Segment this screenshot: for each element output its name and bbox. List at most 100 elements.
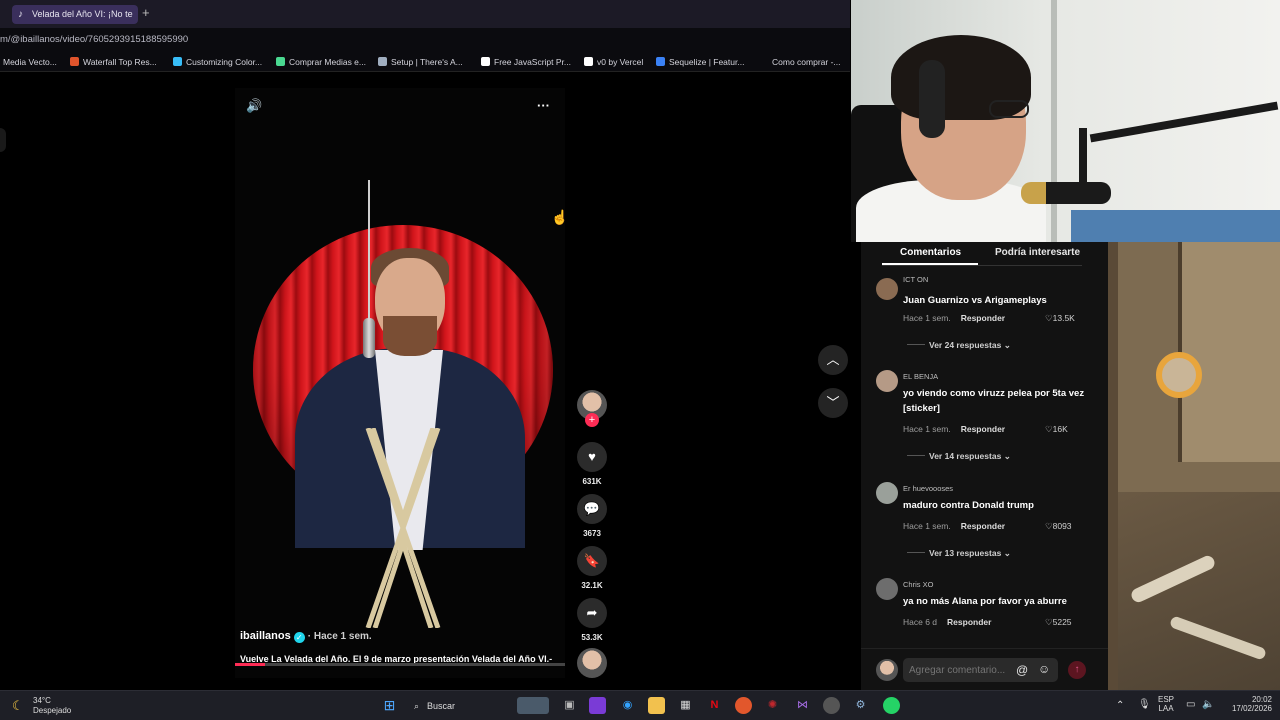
heart-icon[interactable]: ♥ <box>577 442 607 472</box>
microphone <box>363 318 375 358</box>
speaker-icon[interactable]: 🔈 <box>1202 699 1214 710</box>
heart-outline-icon: ♡ <box>1045 424 1053 434</box>
file-explorer-icon[interactable] <box>648 697 665 714</box>
comment-like[interactable]: ♡16K <box>1045 424 1068 435</box>
comment-username[interactable]: EL BENJA <box>903 372 938 381</box>
mic-pole <box>1079 128 1087 188</box>
mention-icon[interactable]: @ <box>1016 663 1028 677</box>
bookmark-item[interactable]: Como comprar -... <box>772 52 841 72</box>
art-door-panel <box>1178 242 1280 462</box>
search-highlight-icon[interactable] <box>517 697 549 714</box>
edge-browser-icon[interactable]: ◉ <box>619 697 636 714</box>
chrome-icon[interactable] <box>823 697 840 714</box>
reply-button[interactable]: Responder <box>961 313 1005 323</box>
reply-button[interactable]: Responder <box>961 424 1005 434</box>
whatsapp-icon[interactable] <box>883 697 900 714</box>
author-name[interactable]: ibaillanos <box>240 630 291 642</box>
bookmark-item[interactable]: Sequelize | Featur... <box>656 52 744 72</box>
tab-comments[interactable]: Comentarios <box>900 247 961 258</box>
tray-overflow-icon[interactable]: ⌃ <box>1116 700 1124 711</box>
browser-tab-active[interactable]: ♪ Velada del Año VI: ¡No te <box>12 5 138 24</box>
share-action[interactable]: ➦ 53.3K <box>574 598 610 642</box>
browser-tab-strip: ♪ Velada del Año VI: ¡No te + <box>0 0 850 28</box>
view-replies-button[interactable]: Ver 13 respuestas ⌄ <box>907 548 1011 559</box>
address-bar[interactable]: m/@ibaillanos/video/7605293915188595990 <box>0 28 850 52</box>
share-arrow-icon[interactable]: ➦ <box>577 598 607 628</box>
windows-start-icon[interactable]: ⊞ <box>381 697 398 714</box>
avatar[interactable] <box>876 482 898 504</box>
sound-disc[interactable] <box>574 648 610 678</box>
network-icon[interactable]: ▭ <box>1186 699 1195 710</box>
avatar[interactable] <box>876 578 898 600</box>
tiktok-icon: ♪ <box>18 9 23 20</box>
emoji-icon[interactable]: ☺ <box>1038 662 1050 676</box>
firefox-icon[interactable] <box>735 697 752 714</box>
music-disc-icon <box>577 648 607 678</box>
tab-related[interactable]: Podría interesarte <box>995 247 1080 258</box>
tab-title: Velada del Año VI: ¡No te <box>32 9 133 19</box>
microphone-icon[interactable]: 🎙 <box>1138 699 1151 710</box>
bookmark-item[interactable]: Comprar Medias e... <box>276 52 366 72</box>
previous-video-button[interactable]: ︿ <box>818 345 848 375</box>
chevron-up-icon: ︿ <box>826 352 840 367</box>
comment-like-count: 13.5K <box>1052 313 1075 323</box>
more-options-icon[interactable]: ··· <box>537 98 550 113</box>
send-arrow-icon[interactable]: ↑ <box>1068 661 1086 679</box>
comment-username[interactable]: ICT ON <box>903 275 928 284</box>
comment-like[interactable]: ♡8093 <box>1045 521 1072 532</box>
bookmark-item[interactable]: v0 by Vercel <box>584 52 643 72</box>
clock[interactable]: 20:02 17/02/2026 <box>1224 695 1272 713</box>
view-replies-button[interactable]: Ver 14 respuestas ⌄ <box>907 451 1011 462</box>
comment-count: 3673 <box>583 529 601 538</box>
video-stage: 🔊 ··· ibaillanos ✓ · Hace 1 sem. Vuelve La… <box>0 72 850 688</box>
comment-like[interactable]: ♡5225 <box>1045 617 1072 628</box>
mic-cable <box>368 180 370 330</box>
comment-text: ya no más Alana por favor ya aburre <box>903 596 1067 607</box>
volume-icon[interactable]: 🔊 <box>246 98 262 114</box>
like-action[interactable]: ♥ 631K <box>574 442 610 486</box>
sequelize-icon <box>656 57 665 66</box>
comment-time: Hace 6 d <box>903 617 938 627</box>
comment-meta: Hace 1 sem. Responder <box>903 313 1005 323</box>
bookmark-item[interactable]: Customizing Color... <box>173 52 262 72</box>
save-action[interactable]: 🔖 32.1K <box>574 546 610 590</box>
app-red-icon[interactable]: ✺ <box>764 697 781 714</box>
weather-condition: Despejado <box>33 706 72 715</box>
netflix-icon[interactable]: N <box>706 697 723 714</box>
comment-bubble-icon[interactable]: 💬 <box>577 494 607 524</box>
view-replies-button[interactable]: Ver 24 respuestas ⌄ <box>907 340 1011 351</box>
store-icon[interactable]: ▦ <box>677 697 694 714</box>
comment-username[interactable]: Chris XO <box>903 580 933 589</box>
reply-button[interactable]: Responder <box>961 521 1005 531</box>
task-view-icon[interactable]: ▣ <box>561 697 578 714</box>
moon-icon: ☾ <box>12 698 24 713</box>
comment-username[interactable]: Er huevoooses <box>903 484 953 493</box>
glasses <box>989 100 1029 118</box>
comment-like[interactable]: ♡13.5K <box>1045 313 1075 324</box>
follow-plus-icon[interactable]: + <box>585 413 599 427</box>
visual-studio-icon[interactable]: ⋈ <box>794 697 811 714</box>
video-player[interactable]: 🔊 ··· ibaillanos ✓ · Hace 1 sem. Vuelve La… <box>235 88 565 678</box>
avatar[interactable] <box>876 370 898 392</box>
comment-time: Hace 1 sem. <box>903 521 951 531</box>
comment-action[interactable]: 💬 3673 <box>574 494 610 538</box>
side-drawer-handle[interactable] <box>0 128 6 152</box>
video-author-row: ibaillanos ✓ · Hace 1 sem. <box>240 630 372 643</box>
steam-icon[interactable]: ⚙ <box>852 697 869 714</box>
bookmark-icon[interactable]: 🔖 <box>577 546 607 576</box>
video-progress-bar[interactable] <box>235 663 565 666</box>
avatar[interactable] <box>876 278 898 300</box>
comment-input[interactable] <box>903 658 1058 682</box>
new-tab-button[interactable]: + <box>142 5 150 20</box>
bookmark-item[interactable]: Media Vecto... <box>3 52 57 72</box>
verified-icon: ✓ <box>293 632 305 643</box>
bookmark-item[interactable]: Setup | There's A... <box>378 52 463 72</box>
copilot-icon[interactable] <box>589 697 606 714</box>
bookmark-item[interactable]: Waterfall Top Res... <box>70 52 157 72</box>
next-video-button[interactable]: ﹀ <box>818 388 848 418</box>
bookmark-item[interactable]: Free JavaScript Pr... <box>481 52 571 72</box>
reply-button[interactable]: Responder <box>947 617 991 627</box>
like-count: 631K <box>582 477 602 486</box>
language-indicator[interactable]: ESP LAA <box>1158 695 1174 713</box>
creator-avatar[interactable]: + <box>574 390 610 427</box>
